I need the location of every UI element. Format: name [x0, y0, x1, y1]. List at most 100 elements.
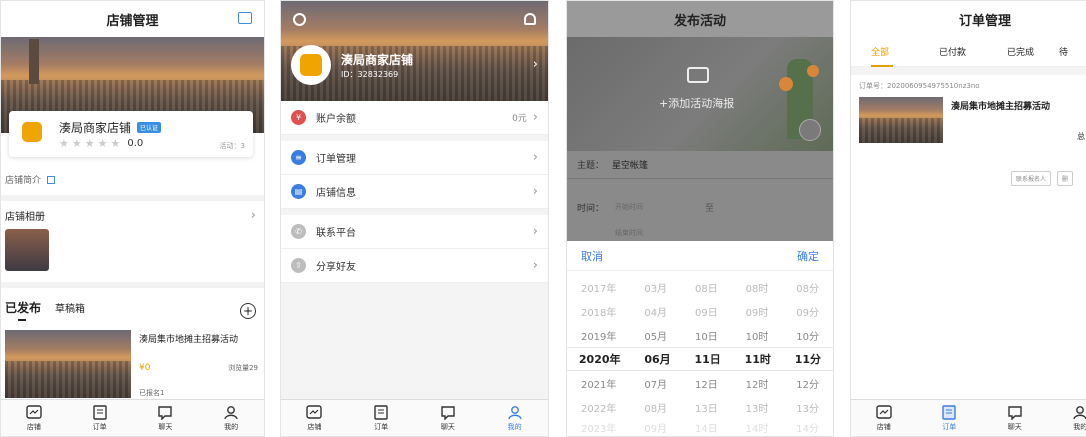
- poster-upload[interactable]: +添加活动海报: [567, 37, 833, 151]
- chat-icon: [158, 405, 173, 420]
- order-tabs: 全部 已付款 已完成 待: [851, 37, 1086, 67]
- start-time-field[interactable]: 开始时间: [615, 202, 643, 212]
- balance-label: 账户余额: [316, 114, 356, 125]
- chevron-right-icon: ›: [532, 150, 538, 165]
- add-poster-label: +添加活动海报: [659, 97, 735, 110]
- menu-contact-platform[interactable]: ✆ 联系平台 ›: [281, 215, 548, 249]
- tab-mine[interactable]: 我的: [481, 400, 548, 436]
- activity-card[interactable]: 湊局集市地摊主招募活动 ¥0 浏览量29 已报名1: [5, 330, 260, 400]
- shop-info-icon: ▤: [291, 184, 306, 199]
- picker-selected-row: 2020年 06月 11日 11时 11分: [567, 347, 833, 371]
- order-icon: [942, 404, 956, 420]
- tab-all[interactable]: 全部: [871, 45, 939, 58]
- rating-stars: ★ ★ ★ ★ ★ 0.0: [59, 137, 144, 150]
- chevron-right-icon: ›: [250, 208, 256, 223]
- shop-name: 湊局商家店铺: [59, 121, 132, 135]
- shop-logo: [17, 117, 47, 147]
- page-title: 订单管理: [959, 13, 1012, 29]
- shop-icon: [876, 404, 892, 419]
- tab-chat-label: 聊天: [1007, 422, 1022, 431]
- to-label: 至: [705, 204, 715, 214]
- page-title: 发布活动: [673, 13, 726, 29]
- verified-badge: 已认证: [137, 122, 162, 133]
- confirm-button[interactable]: 确定: [797, 248, 819, 264]
- contact-signup-button[interactable]: 联系报名人: [1011, 171, 1052, 186]
- activity-title: 湊局集市地摊主招募活动: [139, 335, 239, 345]
- activity-signups: 已报名1: [139, 389, 165, 397]
- album-photo[interactable]: [5, 229, 49, 271]
- tab-shop[interactable]: 店铺: [281, 400, 348, 436]
- order-actions: 联系报名人 删: [1011, 171, 1074, 186]
- menu-order-management[interactable]: ≡ 订单管理 ›: [281, 141, 548, 175]
- subject-row[interactable]: 主题： 星空帐篷: [567, 151, 833, 179]
- qrcode-icon[interactable]: [238, 12, 252, 24]
- tab-shop-label: 店铺: [26, 422, 41, 431]
- tab-mine-label: 我的: [507, 422, 522, 431]
- tab-shop[interactable]: 店铺: [1, 400, 67, 436]
- tab-drafts[interactable]: 草稿箱: [55, 300, 85, 315]
- tab-order[interactable]: 订单: [348, 400, 415, 436]
- tab-mine[interactable]: 我的: [1048, 400, 1086, 436]
- tab-chat-label: 聊天: [440, 422, 455, 431]
- tab-mine-label: 我的: [224, 422, 239, 431]
- tab-completed[interactable]: 已完成: [1007, 45, 1059, 58]
- balance-value: 0元: [512, 114, 527, 124]
- tab-order[interactable]: 订单: [917, 400, 983, 436]
- tab-pending[interactable]: 待: [1059, 45, 1068, 58]
- intro-label: 店铺简介: [5, 176, 42, 186]
- phone-icon: ✆: [291, 224, 306, 239]
- order-icon: [374, 404, 388, 420]
- menu-label: 订单管理: [316, 154, 356, 165]
- activity-tabs: 已发布 草稿箱: [5, 299, 85, 316]
- tab-order[interactable]: 订单: [67, 400, 133, 436]
- tab-shop[interactable]: 店铺: [851, 400, 917, 436]
- end-time-field[interactable]: 结束时间: [615, 228, 643, 238]
- person-icon: [1073, 405, 1086, 419]
- activity-price: ¥0: [139, 363, 151, 373]
- add-icon[interactable]: +: [240, 303, 256, 319]
- picker-row: 2018年 04月 09日 09时 09分: [580, 307, 820, 319]
- picker-row: 2022年 08月 13日 13时 13分: [580, 403, 820, 415]
- tab-chat[interactable]: 聊天: [133, 400, 199, 436]
- picker-row: 2019年 05月 10日 10时 10分: [580, 331, 820, 343]
- shop-avatar: [291, 45, 331, 85]
- wallet-icon: ¥: [291, 110, 306, 125]
- order-total-label: 总: [1077, 132, 1085, 141]
- menu-shop-info[interactable]: ▤ 店铺信息 ›: [281, 175, 548, 209]
- activity-thumbnail: [5, 330, 131, 398]
- picker-toolbar: 取消 确定: [567, 241, 833, 271]
- bell-icon[interactable]: [524, 13, 536, 25]
- chevron-right-icon[interactable]: ›: [533, 57, 538, 72]
- delete-button[interactable]: 删: [1057, 171, 1074, 186]
- picker-columns[interactable]: 2017年 03月 08日 08时 08分 2018年 04月 09日 09时 09分 2019…: [567, 271, 833, 435]
- chevron-right-icon: ›: [532, 184, 538, 199]
- tab-chat[interactable]: 聊天: [415, 400, 482, 436]
- tab-bar: 店铺 订单 聊天 我的: [851, 399, 1086, 436]
- tab-published[interactable]: 已发布: [5, 299, 41, 316]
- tab-chat[interactable]: 聊天: [982, 400, 1048, 436]
- album-label: 店铺相册: [5, 212, 45, 223]
- order-icon: [92, 404, 107, 420]
- page-title: 店铺管理: [106, 13, 159, 29]
- menu-label: 分享好友: [316, 262, 356, 273]
- balance-row[interactable]: ¥ 账户余额 0元 ›: [281, 101, 548, 135]
- chevron-right-icon: ›: [532, 258, 538, 273]
- date-picker[interactable]: 取消 确定 2017年 03月 08日 08时 08分 2018年 04月 09日 09时 09…: [567, 241, 833, 436]
- cancel-button[interactable]: 取消: [581, 248, 603, 264]
- shop-card[interactable]: 湊局商家店铺 已认证 ★ ★ ★ ★ ★ 0.0 活动：3: [9, 111, 253, 157]
- tab-paid[interactable]: 已付款: [939, 45, 1007, 58]
- menu-share-friends[interactable]: ⇪ 分享好友 ›: [281, 249, 548, 283]
- tab-mine-label: 我的: [1073, 422, 1086, 431]
- order-card[interactable]: 湊局集市地摊主招募活动 总: [859, 97, 1085, 157]
- tab-mine[interactable]: 我的: [198, 400, 264, 436]
- settings-icon[interactable]: [293, 13, 306, 26]
- shop-album-row[interactable]: 店铺相册 ›: [5, 208, 256, 223]
- screen-shop-management: 店铺管理 湊局商家店铺 已认证 ★ ★ ★ ★ ★ 0.0 活动：3 店铺简介 店铺相册…: [0, 0, 265, 437]
- edit-icon[interactable]: [799, 119, 821, 141]
- tab-order-label: 订单: [92, 422, 107, 431]
- activity-count: 活动：3: [219, 142, 245, 150]
- edit-icon[interactable]: [47, 175, 56, 184]
- chevron-right-icon: ›: [532, 110, 538, 125]
- screen-order-management: 订单管理 全部 已付款 已完成 待 订单号：2020060954975510nz…: [850, 0, 1086, 437]
- shop-intro-row[interactable]: 店铺简介: [5, 173, 56, 186]
